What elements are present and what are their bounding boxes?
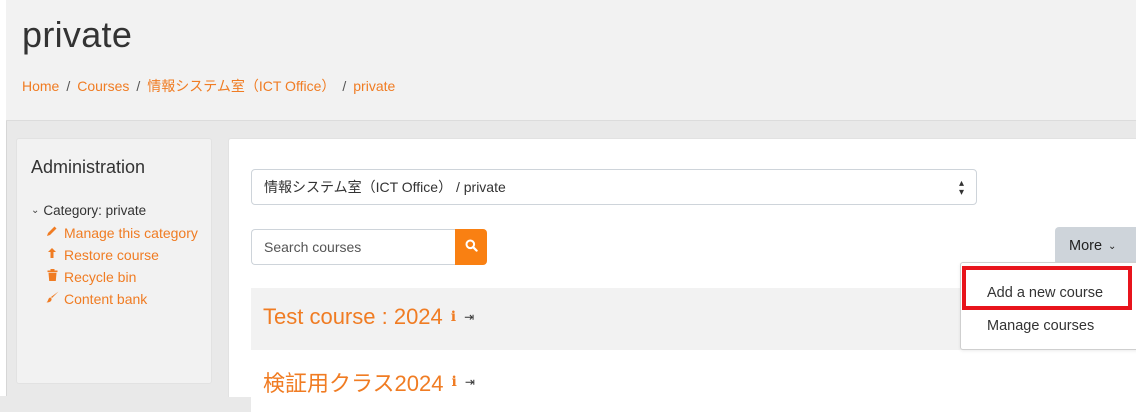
chevron-down-icon: ⌄	[31, 205, 40, 216]
admin-link-label: Manage this category	[64, 225, 198, 241]
more-button-label: More	[1069, 238, 1103, 254]
administration-tree: ⌄ Category: private Manage this category…	[31, 203, 215, 312]
breadcrumb: Home / Courses / 情報システム室（ICT Office） / private	[22, 76, 395, 96]
sign-in-icon: ⇥	[464, 310, 475, 324]
admin-link-label: Recycle bin	[64, 269, 137, 285]
paint-brush-icon	[45, 290, 59, 303]
administration-links: Manage this category Restore course Recy…	[45, 224, 215, 308]
search-input[interactable]	[251, 229, 455, 265]
course-list-item: 検証用クラス2024 i ⇥	[251, 350, 1136, 412]
breadcrumb-separator: /	[66, 78, 71, 94]
more-button[interactable]: More ⌄	[1055, 227, 1136, 265]
administration-title: Administration	[31, 157, 146, 177]
breadcrumb-home[interactable]: Home	[22, 78, 59, 94]
menu-item-manage-courses[interactable]: Manage courses	[987, 318, 1094, 334]
administration-block: Administration ⌄ Category: private Manag…	[16, 138, 212, 384]
chevron-down-icon: ⌄	[1108, 240, 1117, 252]
page-title: private	[22, 14, 133, 55]
breadcrumb-separator: /	[342, 78, 347, 94]
pencil-icon	[45, 224, 59, 237]
admin-link-manage-category[interactable]: Manage this category	[45, 224, 215, 242]
info-icon[interactable]: i	[452, 374, 457, 390]
more-dropdown-menu: Add a new course Manage courses	[960, 262, 1136, 350]
course-link[interactable]: 検証用クラス2024	[263, 366, 444, 398]
upload-icon	[45, 246, 59, 259]
sign-in-icon: ⇥	[464, 375, 475, 389]
breadcrumb-courses[interactable]: Courses	[77, 78, 129, 94]
trash-icon	[45, 268, 59, 281]
breadcrumb-current[interactable]: private	[353, 78, 395, 94]
course-link[interactable]: Test course : 2024	[263, 304, 443, 330]
page-header: private Home / Courses / 情報システム室（ICT Office）…	[6, 0, 1136, 121]
info-icon[interactable]: i	[451, 309, 456, 325]
select-arrows-icon: ▴ ▾	[958, 178, 964, 198]
breadcrumb-separator: /	[136, 78, 141, 94]
admin-link-label: Restore course	[64, 247, 159, 263]
category-select[interactable]: 情報システム室（ICT Office） / private ▴ ▾	[251, 169, 977, 205]
category-node-label: Category: private	[43, 203, 147, 218]
admin-link-restore-course[interactable]: Restore course	[45, 246, 215, 264]
course-search-form	[251, 229, 487, 265]
breadcrumb-category[interactable]: 情報システム室（ICT Office）	[147, 78, 335, 94]
admin-link-content-bank[interactable]: Content bank	[45, 290, 215, 308]
category-select-value: 情報システム室（ICT Office） / private	[264, 179, 506, 195]
category-node[interactable]: ⌄ Category: private	[31, 203, 215, 218]
menu-item-add-new-course[interactable]: Add a new course	[987, 285, 1103, 301]
admin-link-label: Content bank	[64, 291, 148, 307]
search-icon	[465, 239, 478, 255]
admin-link-recycle-bin[interactable]: Recycle bin	[45, 268, 215, 286]
search-button[interactable]	[455, 229, 487, 265]
